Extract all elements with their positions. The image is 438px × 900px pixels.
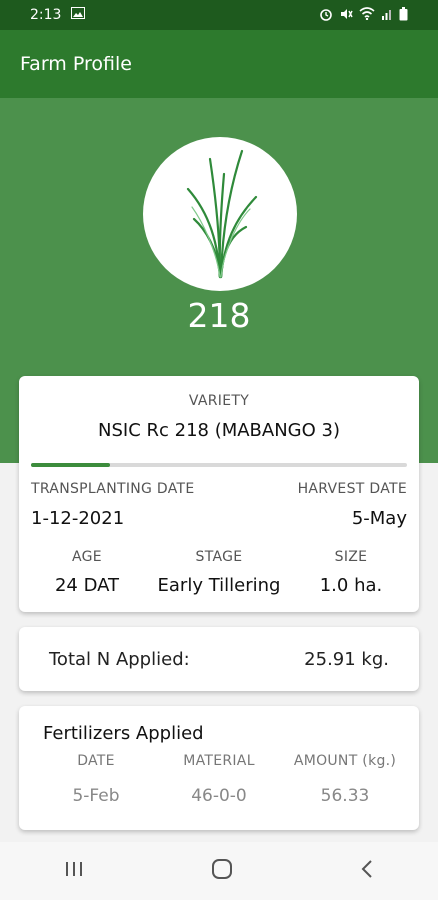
home-button[interactable]	[211, 858, 233, 885]
recent-apps-button[interactable]	[64, 859, 84, 883]
growth-progress-bar	[31, 463, 407, 467]
signal-icon	[381, 8, 393, 23]
fert-header-material: MATERIAL	[183, 753, 255, 769]
harvest-date-label: HARVEST DATE	[297, 481, 407, 497]
growth-progress-fill	[31, 463, 110, 467]
status-bar: 2:13	[0, 0, 438, 30]
status-left: 2:13	[30, 7, 86, 23]
fertilizers-title: Fertilizers Applied	[43, 723, 204, 744]
fert-row-material: 46-0-0	[191, 786, 247, 806]
variety-name: NSIC Rc 218 (MABANGO 3)	[98, 420, 340, 441]
stage-value: Early Tillering	[157, 575, 281, 596]
rice-plant-icon	[186, 149, 258, 279]
fert-row-amount: 56.33	[320, 786, 370, 806]
status-icons	[319, 6, 408, 24]
total-n-value: 25.91 kg.	[304, 648, 389, 670]
wifi-icon	[359, 7, 375, 23]
transplanting-date-label: TRANSPLANTING DATE	[31, 481, 195, 497]
age-value: 24 DAT	[54, 575, 120, 596]
mute-icon	[339, 7, 353, 24]
stage-label: STAGE	[195, 549, 243, 565]
app-bar: Farm Profile	[0, 30, 438, 98]
total-n-card: Total N Applied: 25.91 kg.	[19, 627, 419, 691]
age-label: AGE	[72, 549, 102, 565]
harvest-date-value: 5-May	[351, 508, 407, 529]
page-title: Farm Profile	[20, 53, 132, 75]
transplanting-date-value: 1-12-2021	[31, 508, 125, 529]
image-icon	[71, 7, 86, 23]
alarm-icon	[319, 7, 333, 24]
fert-header-amount: AMOUNT (kg.)	[293, 753, 397, 769]
size-value: 1.0 ha.	[319, 575, 383, 596]
variety-label: VARIETY	[188, 393, 250, 409]
rice-plant-logo	[143, 137, 297, 291]
battery-icon	[399, 6, 408, 24]
status-time: 2:13	[30, 7, 62, 23]
back-button[interactable]	[360, 859, 374, 884]
size-label: SIZE	[334, 549, 368, 565]
profile-number: 218	[187, 296, 251, 335]
fertilizers-card: Fertilizers Applied DATE MATERIAL AMOUNT…	[19, 706, 419, 830]
fert-header-date: DATE	[77, 753, 115, 769]
fert-row-date: 5-Feb	[72, 786, 120, 806]
variety-card: VARIETY NSIC Rc 218 (MABANGO 3) TRANSPLA…	[19, 376, 419, 612]
system-nav-bar	[0, 842, 438, 900]
total-n-label: Total N Applied:	[49, 648, 190, 670]
